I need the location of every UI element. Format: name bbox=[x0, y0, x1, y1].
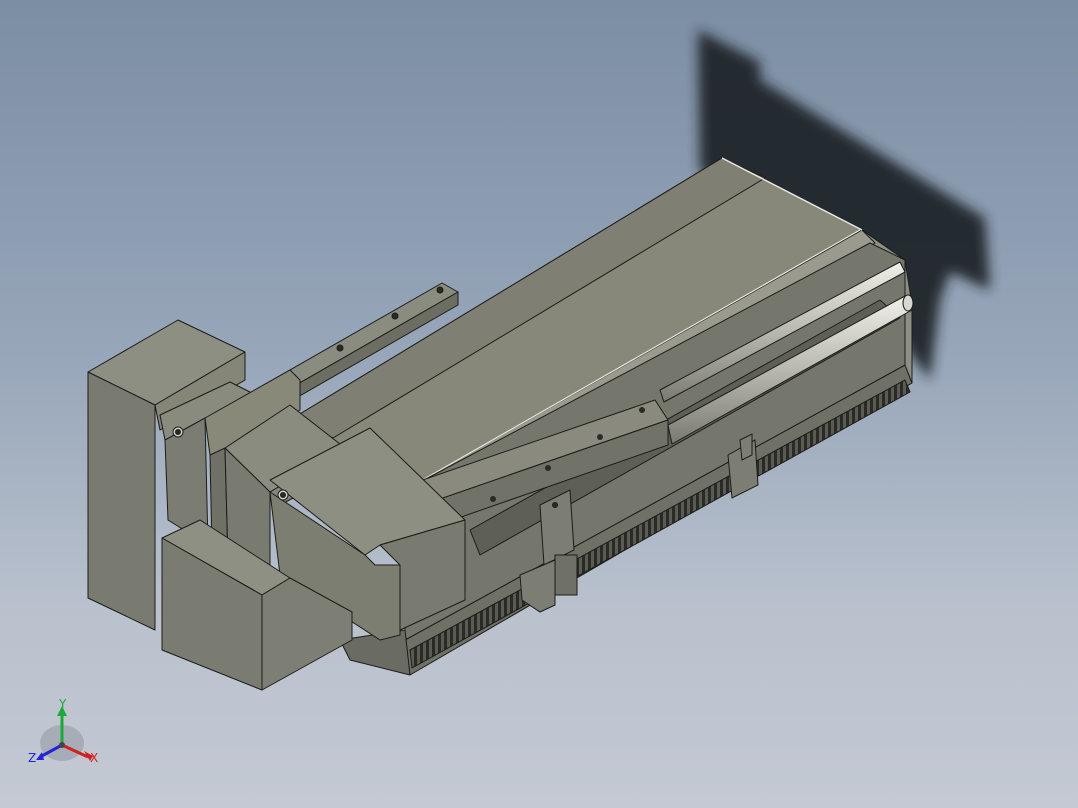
y-axis-label: Y bbox=[58, 697, 67, 711]
x-axis-label: X bbox=[90, 751, 98, 765]
z-axis-label: Z bbox=[28, 751, 36, 765]
axis-triad[interactable]: Y X Z bbox=[28, 697, 98, 765]
cad-3d-viewport[interactable]: Y X Z bbox=[0, 0, 1078, 808]
motor-front bbox=[87, 371, 156, 631]
model-scene[interactable]: Y X Z bbox=[0, 0, 1078, 808]
